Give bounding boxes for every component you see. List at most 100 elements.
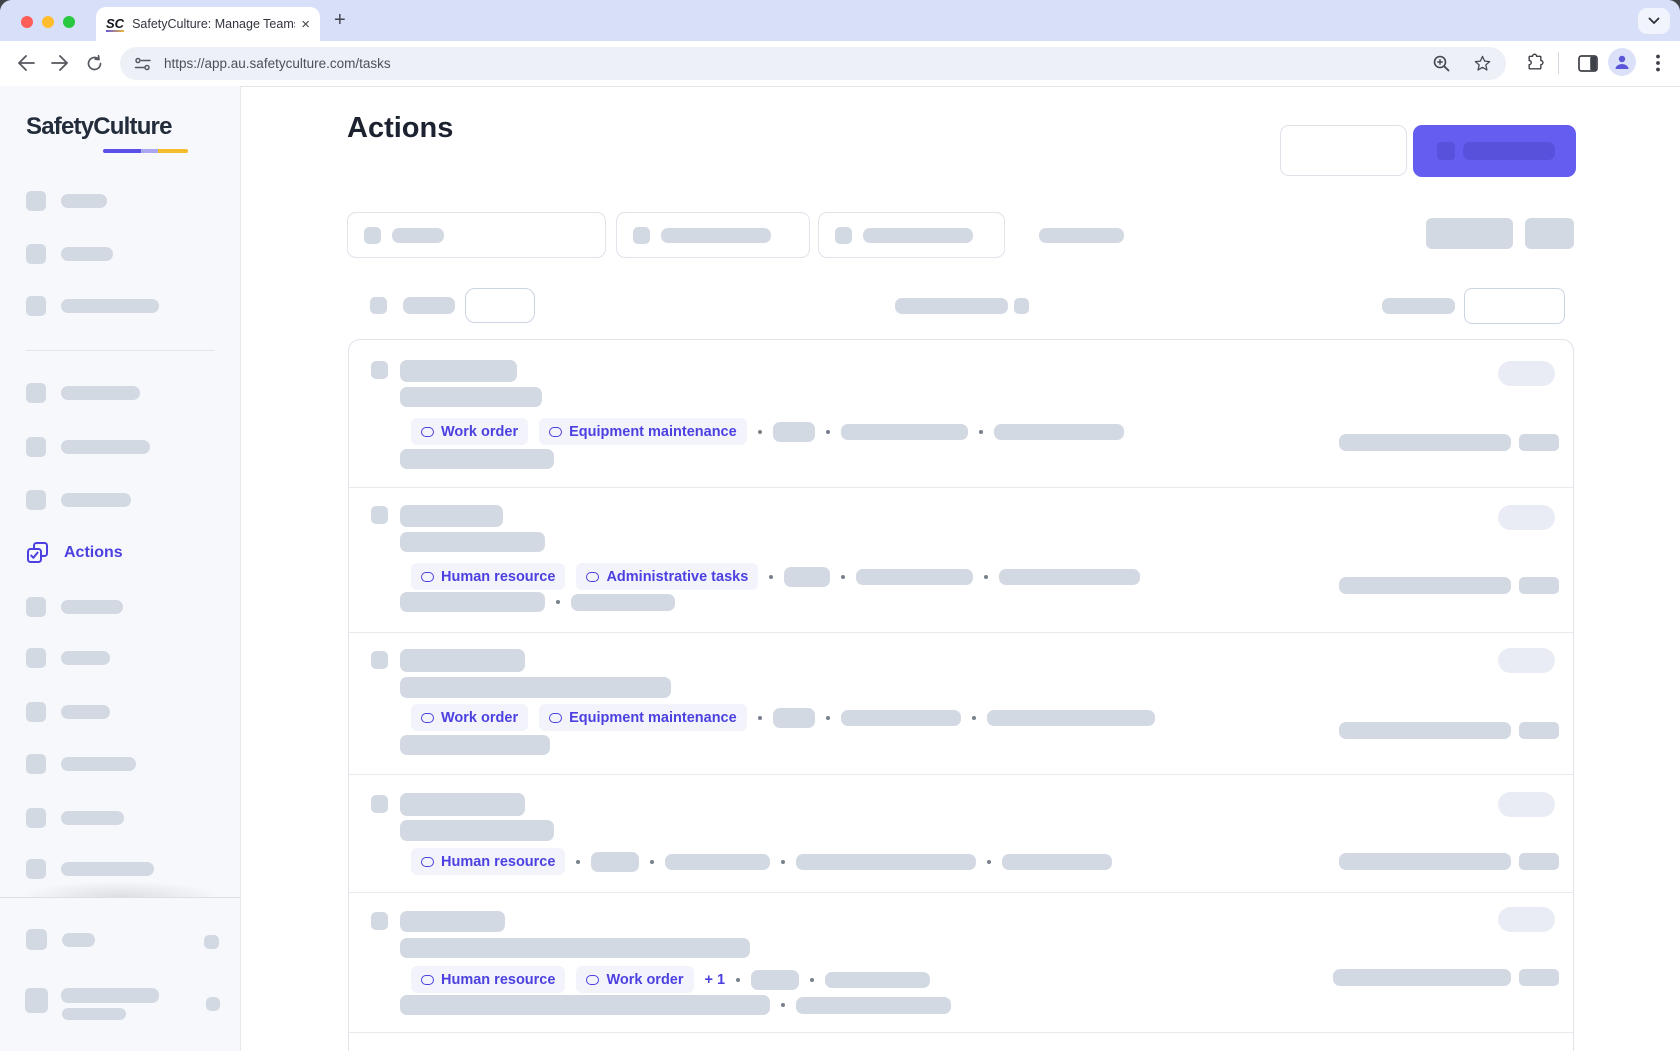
- row-title-skeleton: [400, 505, 503, 527]
- label-tag-icon: [421, 572, 434, 582]
- dot-separator: [987, 860, 991, 864]
- row-checkbox-skeleton[interactable]: [371, 506, 388, 524]
- row-priority-skeleton: [1519, 853, 1559, 870]
- row-checkbox-skeleton[interactable]: [371, 912, 388, 930]
- tab-close-icon[interactable]: ×: [301, 17, 310, 32]
- row-checkbox-skeleton[interactable]: [371, 651, 388, 669]
- close-window-button[interactable]: [21, 16, 33, 28]
- row-meta-skeleton: [987, 710, 1155, 726]
- label-chip[interactable]: Equipment maintenance: [539, 704, 747, 731]
- sidebar-skeleton-label: [61, 811, 124, 825]
- new-tab-button[interactable]: +: [334, 9, 346, 32]
- label-chip[interactable]: Equipment maintenance: [539, 418, 747, 445]
- group-select-box[interactable]: [1464, 288, 1565, 324]
- row-meta-skeleton: [773, 422, 815, 442]
- logo-underline: [103, 149, 188, 153]
- sidebar-skeleton-label: [61, 194, 107, 208]
- row-assignee-skeleton: [1339, 853, 1511, 870]
- browser-menu-button[interactable]: [1644, 49, 1672, 77]
- sidebar-footer-divider: [0, 897, 241, 898]
- row-meta-skeleton: [825, 972, 930, 988]
- dot-separator: [556, 600, 560, 604]
- label-chip[interactable]: Human resource: [411, 966, 565, 993]
- toolbar-divider: [1558, 52, 1559, 74]
- label-chip[interactable]: Work order: [411, 704, 528, 731]
- row-checkbox-skeleton[interactable]: [371, 361, 388, 379]
- button-skeleton-icon: [1437, 142, 1455, 160]
- label-chip[interactable]: Work order: [576, 966, 693, 993]
- row-meta-line: [400, 995, 951, 1015]
- row-title-skeleton: [400, 360, 517, 382]
- sidebar-item-actions[interactable]: Actions: [26, 541, 123, 564]
- address-bar[interactable]: https://app.au.safetyculture.com/tasks: [120, 47, 1506, 80]
- row-meta-skeleton: [665, 854, 770, 870]
- row-title-skeleton: [400, 793, 525, 816]
- label-chip[interactable]: Work order: [411, 418, 528, 445]
- minimize-window-button[interactable]: [42, 16, 54, 28]
- sidebar-footer-skeleton-badge: [204, 935, 219, 949]
- row-assignee-skeleton: [1339, 434, 1511, 451]
- sidebar-skeleton-icon: [26, 490, 46, 510]
- tab-search-button[interactable]: [1638, 8, 1670, 34]
- sidebar-skeleton-label: [61, 247, 113, 261]
- bookmark-star-icon[interactable]: [1473, 54, 1492, 73]
- reload-button[interactable]: [80, 49, 108, 77]
- sidebar-skeleton-label: [61, 600, 123, 614]
- row-meta-skeleton: [784, 567, 830, 587]
- secondary-button-loading[interactable]: [1280, 125, 1407, 176]
- bulk-action-box[interactable]: [465, 288, 535, 323]
- row-divider: [349, 487, 1573, 488]
- dot-separator: [781, 860, 785, 864]
- label-chip-text: Work order: [606, 972, 683, 988]
- side-panel-button[interactable]: [1574, 49, 1602, 77]
- row-priority-skeleton: [1519, 577, 1559, 594]
- back-button[interactable]: [12, 49, 40, 77]
- site-settings-icon[interactable]: [134, 57, 152, 71]
- label-chip[interactable]: Administrative tasks: [576, 563, 758, 590]
- sidebar-footer-skeleton-icon: [25, 988, 48, 1013]
- zoom-window-button[interactable]: [63, 16, 75, 28]
- safetyculture-logo[interactable]: SafetyCulture: [26, 113, 172, 141]
- row-meta-skeleton: [841, 710, 961, 726]
- filter-dropdown[interactable]: [616, 212, 810, 258]
- more-labels-count[interactable]: + 1: [705, 972, 726, 988]
- filter-search-box[interactable]: [347, 212, 606, 258]
- forward-button[interactable]: [46, 49, 74, 77]
- dot-separator: [826, 430, 830, 434]
- row-meta-skeleton: [773, 708, 815, 728]
- puzzle-icon: [1525, 53, 1545, 73]
- filter-dropdown[interactable]: [818, 212, 1005, 258]
- sort-icon-skeleton: [1014, 298, 1029, 314]
- dot-separator: [650, 860, 654, 864]
- dot-separator: [758, 716, 762, 720]
- row-meta-skeleton: [999, 569, 1140, 585]
- button-skeleton-label: [1463, 142, 1555, 160]
- dot-separator: [984, 575, 988, 579]
- sidebar-skeleton-label: [61, 493, 131, 507]
- select-all-checkbox-skeleton[interactable]: [370, 297, 387, 314]
- sidebar-skeleton-icon: [26, 597, 46, 617]
- row-checkbox-skeleton[interactable]: [371, 795, 388, 813]
- zoom-icon[interactable]: [1432, 54, 1451, 73]
- browser-tab[interactable]: SC SafetyCulture: Manage Teams and... ×: [96, 7, 320, 41]
- label-chip[interactable]: Human resource: [411, 563, 565, 590]
- row-status-pill-skeleton: [1498, 792, 1555, 817]
- row-priority-skeleton: [1519, 722, 1559, 739]
- primary-button-loading[interactable]: [1413, 125, 1576, 177]
- extensions-button[interactable]: [1521, 49, 1549, 77]
- row-status-pill-skeleton: [1498, 907, 1555, 932]
- filter-skeleton-icon: [364, 227, 381, 244]
- person-icon: [1613, 53, 1631, 71]
- sidebar-footer-skeleton-icon: [26, 929, 47, 950]
- label-chip[interactable]: Human resource: [411, 848, 565, 875]
- profile-avatar[interactable]: [1608, 48, 1636, 76]
- sidebar-skeleton-label: [61, 440, 150, 454]
- row-labels: Work order Equipment maintenance: [411, 704, 1155, 731]
- url-text[interactable]: https://app.au.safetyculture.com/tasks: [164, 56, 1432, 71]
- label-tag-icon: [549, 713, 562, 723]
- forward-icon: [51, 55, 69, 71]
- row-meta-skeleton: [400, 449, 554, 469]
- label-chip-text: Human resource: [441, 569, 555, 585]
- reload-icon: [86, 55, 103, 72]
- sort-label-skeleton: [895, 298, 1008, 314]
